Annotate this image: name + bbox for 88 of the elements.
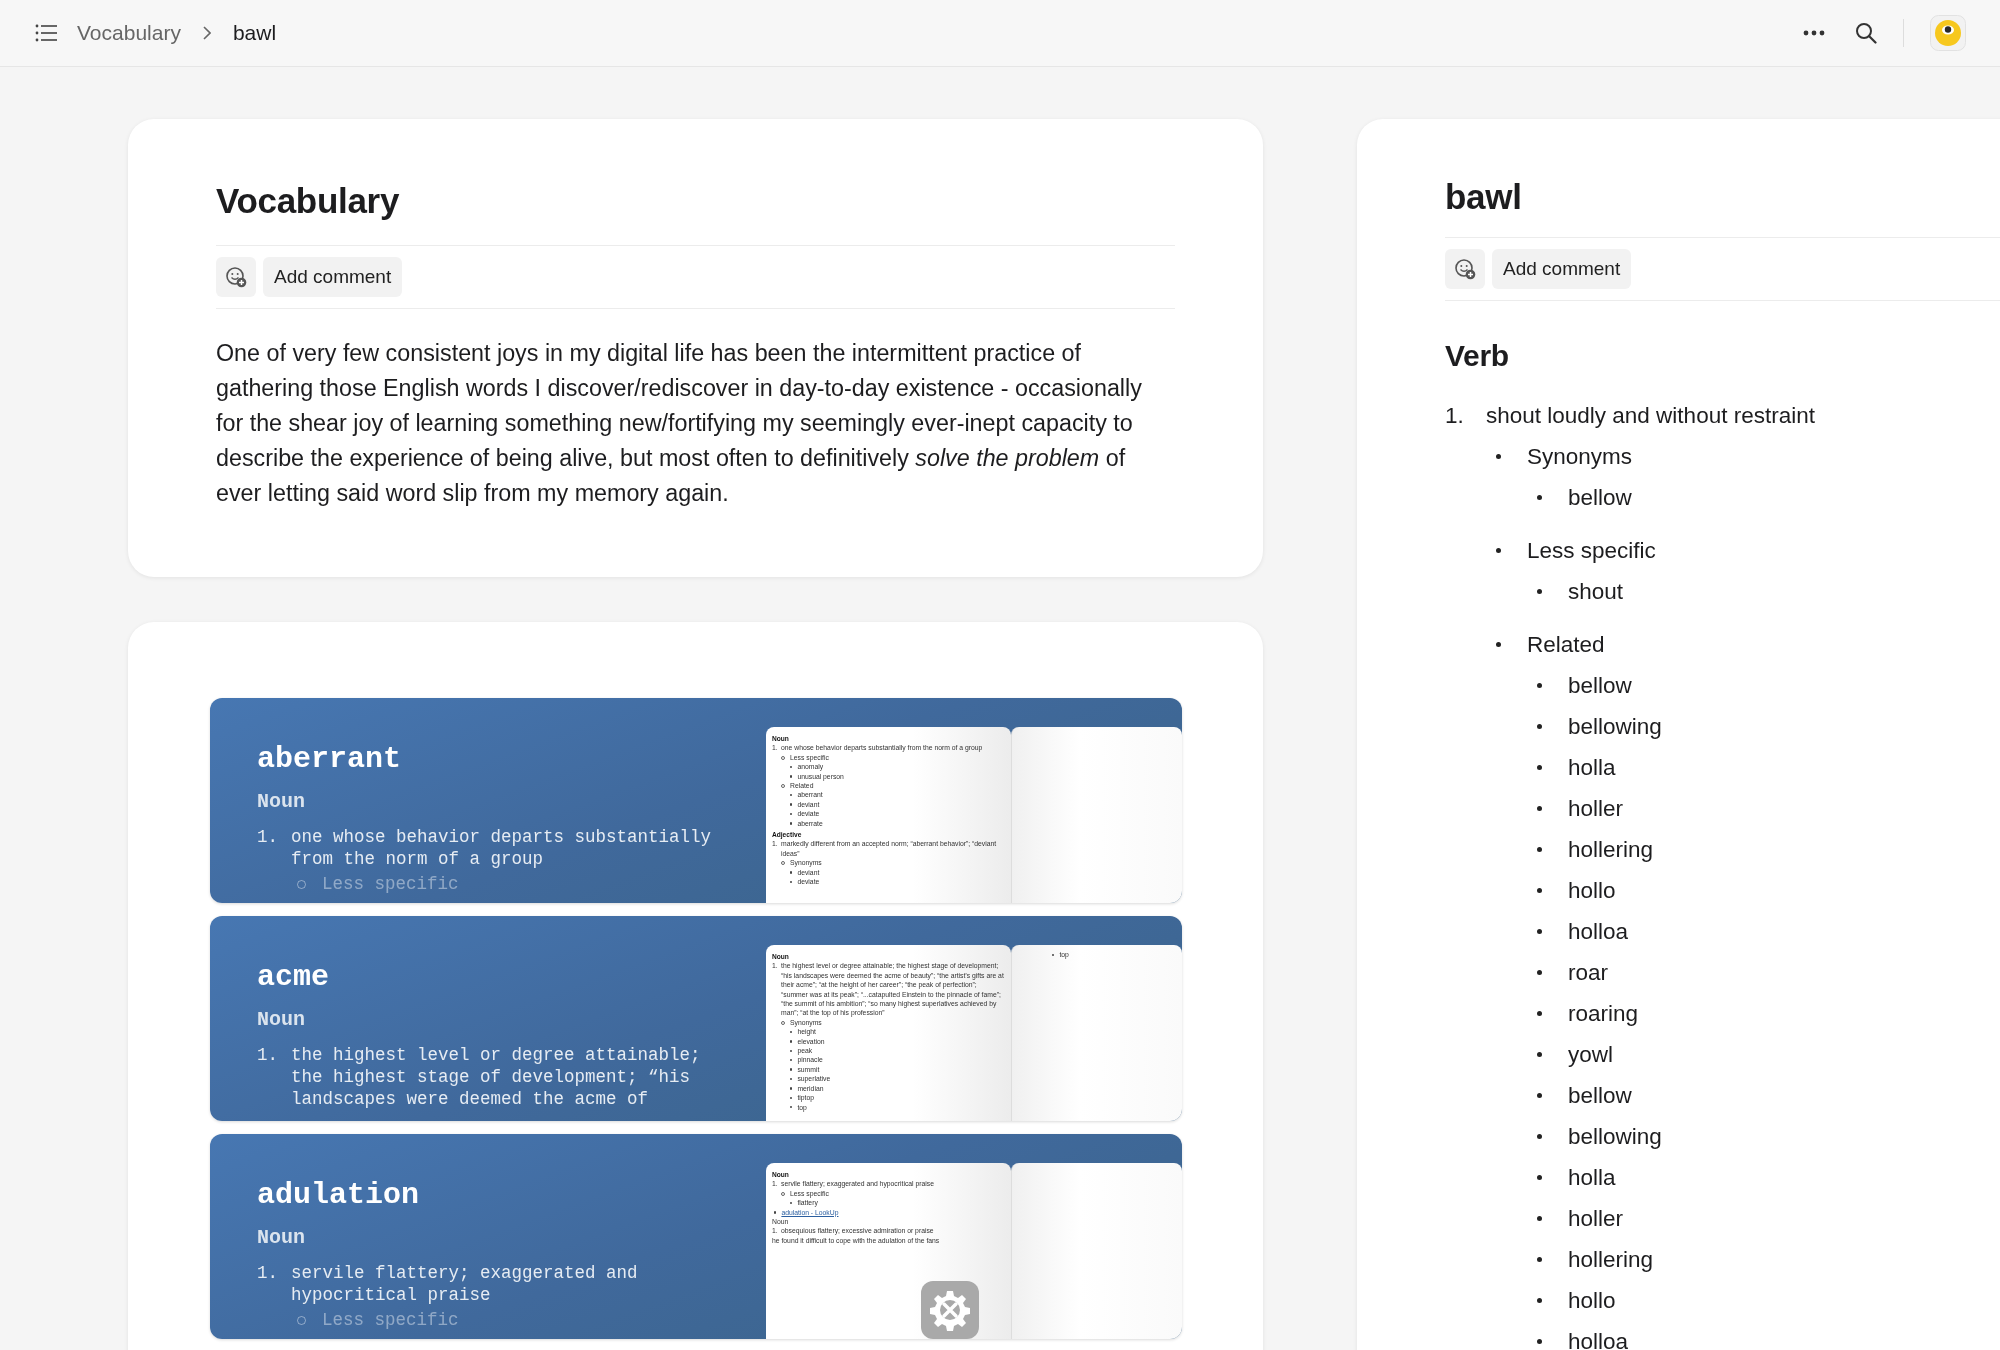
bullet-icon	[790, 1068, 793, 1071]
bullet-icon	[1537, 683, 1542, 688]
smiley-plus-icon	[225, 266, 247, 288]
bullet-icon	[1537, 1011, 1542, 1016]
more-icon[interactable]	[1803, 30, 1825, 36]
word-item: yowl	[1568, 1041, 1613, 1068]
word-item: holler	[1568, 1205, 1624, 1232]
bullet-icon	[1537, 1339, 1542, 1344]
smiley-plus-icon	[1454, 258, 1476, 280]
page-paragraph: One of very few consistent joys in my digital life has been the intermittent practice of gathering those English words I discover/rediscover in day-to-day existence - occasionally for the shear joy of learning something new/fortifying my seemingly ever-inept capacity to describe the experience of being alive, but most often to definitively solve the problem of ever letting said word slip from my memory again.	[216, 339, 1143, 508]
bullet-icon	[1537, 1175, 1542, 1180]
word-item: bellowing	[1568, 1123, 1662, 1150]
add-comment-button[interactable]: Add comment	[263, 257, 403, 297]
word-title: acme	[257, 960, 330, 994]
definition-text: one whose behavior departs substantially from the norm of a group	[291, 826, 713, 870]
bullet-icon	[1537, 724, 1542, 729]
word-card[interactable]	[210, 916, 1182, 1121]
definition-text: the highest level or degree attainable; the highest stage of development; “his landscapes were deemed the acme of	[291, 1044, 702, 1110]
group-label: Synonyms	[1527, 443, 1633, 470]
bullet-icon	[1537, 1216, 1542, 1221]
sub-heading: Less specific	[322, 1310, 459, 1330]
word-item: hollo	[1568, 1287, 1616, 1314]
bullet-icon	[790, 822, 793, 825]
definition-text: shout loudly and without restraint	[1486, 402, 1815, 429]
group-label: Related	[1527, 631, 1605, 658]
bullet-icon	[790, 775, 793, 778]
bullet-icon	[1537, 1298, 1542, 1303]
word-card[interactable]	[210, 1134, 1182, 1339]
bullet-icon	[1537, 495, 1542, 500]
bullet-icon	[1537, 765, 1542, 770]
word-item: holloa	[1568, 1328, 1629, 1350]
word-item: shout	[1568, 578, 1624, 605]
bullet-icon	[1537, 1093, 1542, 1098]
group-label: Less specific	[1527, 537, 1656, 564]
word-item: bellowing	[1568, 713, 1662, 740]
part-of-speech: Noun	[257, 1008, 306, 1031]
word-item: roar	[1568, 959, 1608, 986]
bullet-icon	[790, 1087, 793, 1090]
part-of-speech: Noun	[257, 790, 306, 813]
word-item: holla	[1568, 754, 1616, 781]
chevron-icon	[202, 26, 211, 40]
list-number: 1.	[1445, 402, 1465, 429]
menu-icon[interactable]	[35, 24, 57, 42]
word-item: holloa	[1568, 918, 1629, 945]
word-title: adulation	[257, 1178, 421, 1212]
word-item: hollo	[1568, 877, 1616, 904]
add-comment-button[interactable]: Add comment	[1492, 249, 1632, 289]
bullet-icon	[1496, 642, 1501, 647]
bullet-icon	[1537, 806, 1542, 811]
breadcrumb-link[interactable]: Vocabulary	[77, 21, 181, 45]
list-number: 1.	[257, 826, 279, 849]
definition-text: servile flattery; exaggerated and hypocritical praise	[291, 1262, 639, 1306]
bullet-icon	[1537, 888, 1542, 893]
word-item: bellow	[1568, 1082, 1632, 1109]
part-of-speech: Noun	[257, 1226, 306, 1249]
bullet-icon	[1537, 1257, 1542, 1262]
page-title: Vocabulary	[216, 181, 401, 221]
word-item: holla	[1568, 1164, 1616, 1191]
avatar-icon[interactable]	[1930, 15, 1966, 51]
list-number: 1.	[257, 1044, 279, 1067]
word-item: bellow	[1568, 672, 1632, 699]
bullet-icon	[1537, 970, 1542, 975]
bullet-icon	[790, 803, 793, 806]
bullet-icon	[774, 1211, 777, 1214]
reaction-button[interactable]	[216, 257, 256, 297]
word-item: roaring	[1568, 1000, 1639, 1027]
bullet-icon	[790, 1040, 793, 1043]
word-title: aberrant	[257, 742, 403, 776]
sub-heading: Less specific	[322, 874, 459, 894]
breadcrumb-link[interactable]: bawl	[232, 21, 277, 45]
bullet-icon	[1496, 548, 1501, 553]
bullet-icon	[1496, 454, 1501, 459]
page-title: bawl	[1445, 177, 1523, 217]
reaction-button[interactable]	[1445, 249, 1485, 289]
word-item: hollering	[1568, 836, 1654, 863]
list-number: 1.	[257, 1262, 279, 1285]
bullet-icon	[1537, 1052, 1542, 1057]
word-item: bellow	[1568, 484, 1632, 511]
section-heading: Verb	[1445, 339, 1510, 373]
search-icon[interactable]	[1855, 22, 1877, 44]
word-item: holler	[1568, 795, 1624, 822]
word-item: hollering	[1568, 1246, 1654, 1273]
bullet-icon	[1537, 929, 1542, 934]
word-card[interactable]	[210, 698, 1182, 903]
bullet-icon	[1537, 1134, 1542, 1139]
bullet-icon	[1537, 847, 1542, 852]
bullet-icon	[1537, 589, 1542, 594]
bullet-icon	[790, 871, 793, 874]
